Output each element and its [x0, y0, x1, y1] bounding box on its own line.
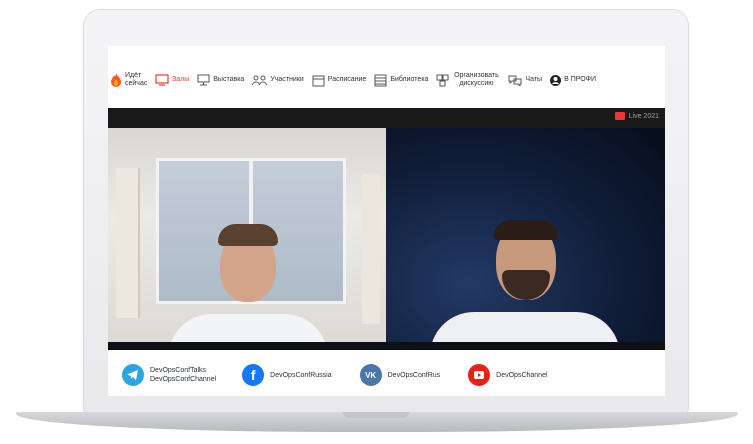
facebook-icon: f: [242, 364, 265, 386]
telegram-links: DevOpsConfTalks DevOpsConfChannel: [150, 366, 216, 384]
nav-label-library: Библиотека: [390, 76, 429, 83]
nav-item-profile[interactable]: В ПРОФИ: [550, 74, 597, 86]
nav-label-profile: В ПРОФИ: [564, 76, 597, 83]
user-icon: [550, 74, 562, 86]
video-feed-left[interactable]: [108, 128, 386, 350]
nav-label-participants: Участники: [270, 76, 304, 83]
nav-item-chats[interactable]: Чаты: [508, 74, 542, 86]
nav-label-discussion: Организовать дискуссию: [452, 72, 500, 88]
nav-item-live[interactable]: Идёт сейчас: [110, 72, 147, 88]
nav-item-participants[interactable]: Участники: [252, 75, 304, 86]
speaker-right-hair: [494, 220, 558, 240]
stream-brand: Live 2021: [614, 112, 659, 120]
fire-icon: [111, 73, 121, 87]
top-nav: Идёт сейчас Залы Выставка Участники Расп…: [108, 63, 665, 97]
video-feed-right[interactable]: [386, 128, 665, 350]
people-icon: [252, 75, 268, 85]
nav-label-line: Идёт: [125, 72, 142, 79]
nav-label-line: Организовать: [454, 72, 499, 79]
social-handle[interactable]: DevOpsConfRus: [388, 372, 441, 379]
nav-label-halls: Залы: [172, 76, 190, 83]
telegram-icon: [122, 364, 144, 386]
speaker-right: [414, 220, 634, 350]
speaker-left-hair: [218, 224, 278, 246]
social-handle[interactable]: DevOpsConfTalks: [150, 367, 206, 374]
social-links: DevOpsConfTalks DevOpsConfChannel f DevO…: [108, 358, 665, 392]
books-icon: [374, 74, 387, 86]
social-handle[interactable]: DevOpsConfChannel: [150, 376, 216, 383]
nav-label-live: Идёт сейчас: [125, 72, 147, 88]
bookshelf-right: [362, 174, 380, 324]
nav-label-expo: Выставка: [213, 76, 245, 83]
calendar-icon: [312, 75, 325, 86]
discussion-icon: [436, 74, 449, 86]
screen: Идёт сейчас Залы Выставка Участники Расп…: [108, 46, 665, 396]
nav-item-halls[interactable]: Залы: [155, 74, 189, 86]
video-top-bar: Live 2021: [108, 108, 665, 128]
video-bottom-strip: [108, 342, 665, 350]
nav-label-line: сейчас: [125, 80, 148, 87]
speaker-left: [148, 216, 348, 350]
nav-label-chats: Чаты: [525, 76, 543, 83]
nav-item-expo[interactable]: Выставка: [197, 74, 244, 86]
chat-bubbles-icon: [508, 75, 522, 86]
nav-label-schedule: Расписание: [327, 76, 367, 83]
laptop-notch: [343, 412, 409, 418]
vk-icon: VK: [359, 364, 382, 386]
monitor-icon: [155, 74, 169, 86]
social-vk[interactable]: VK DevOpsConfRus: [359, 364, 441, 386]
social-handle[interactable]: DevOpsChannel: [496, 372, 547, 379]
nav-item-discussion[interactable]: Организовать дискуссию: [436, 72, 500, 88]
social-youtube[interactable]: DevOpsChannel: [468, 364, 548, 386]
social-telegram[interactable]: DevOpsConfTalks DevOpsConfChannel: [122, 364, 216, 386]
nav-label-line: дискуссию: [459, 80, 494, 87]
booth-icon: [197, 74, 210, 86]
bookshelf: [116, 168, 140, 318]
brand-logo-icon: [614, 112, 625, 120]
nav-item-schedule[interactable]: Расписание: [312, 74, 367, 87]
youtube-icon: [468, 364, 491, 386]
stream-brand-label: Live 2021: [628, 112, 659, 120]
social-handle[interactable]: DevOpsConfRussia: [270, 372, 331, 379]
social-facebook[interactable]: f DevOpsConfRussia: [242, 364, 332, 386]
nav-item-library[interactable]: Библиотека: [374, 74, 428, 87]
